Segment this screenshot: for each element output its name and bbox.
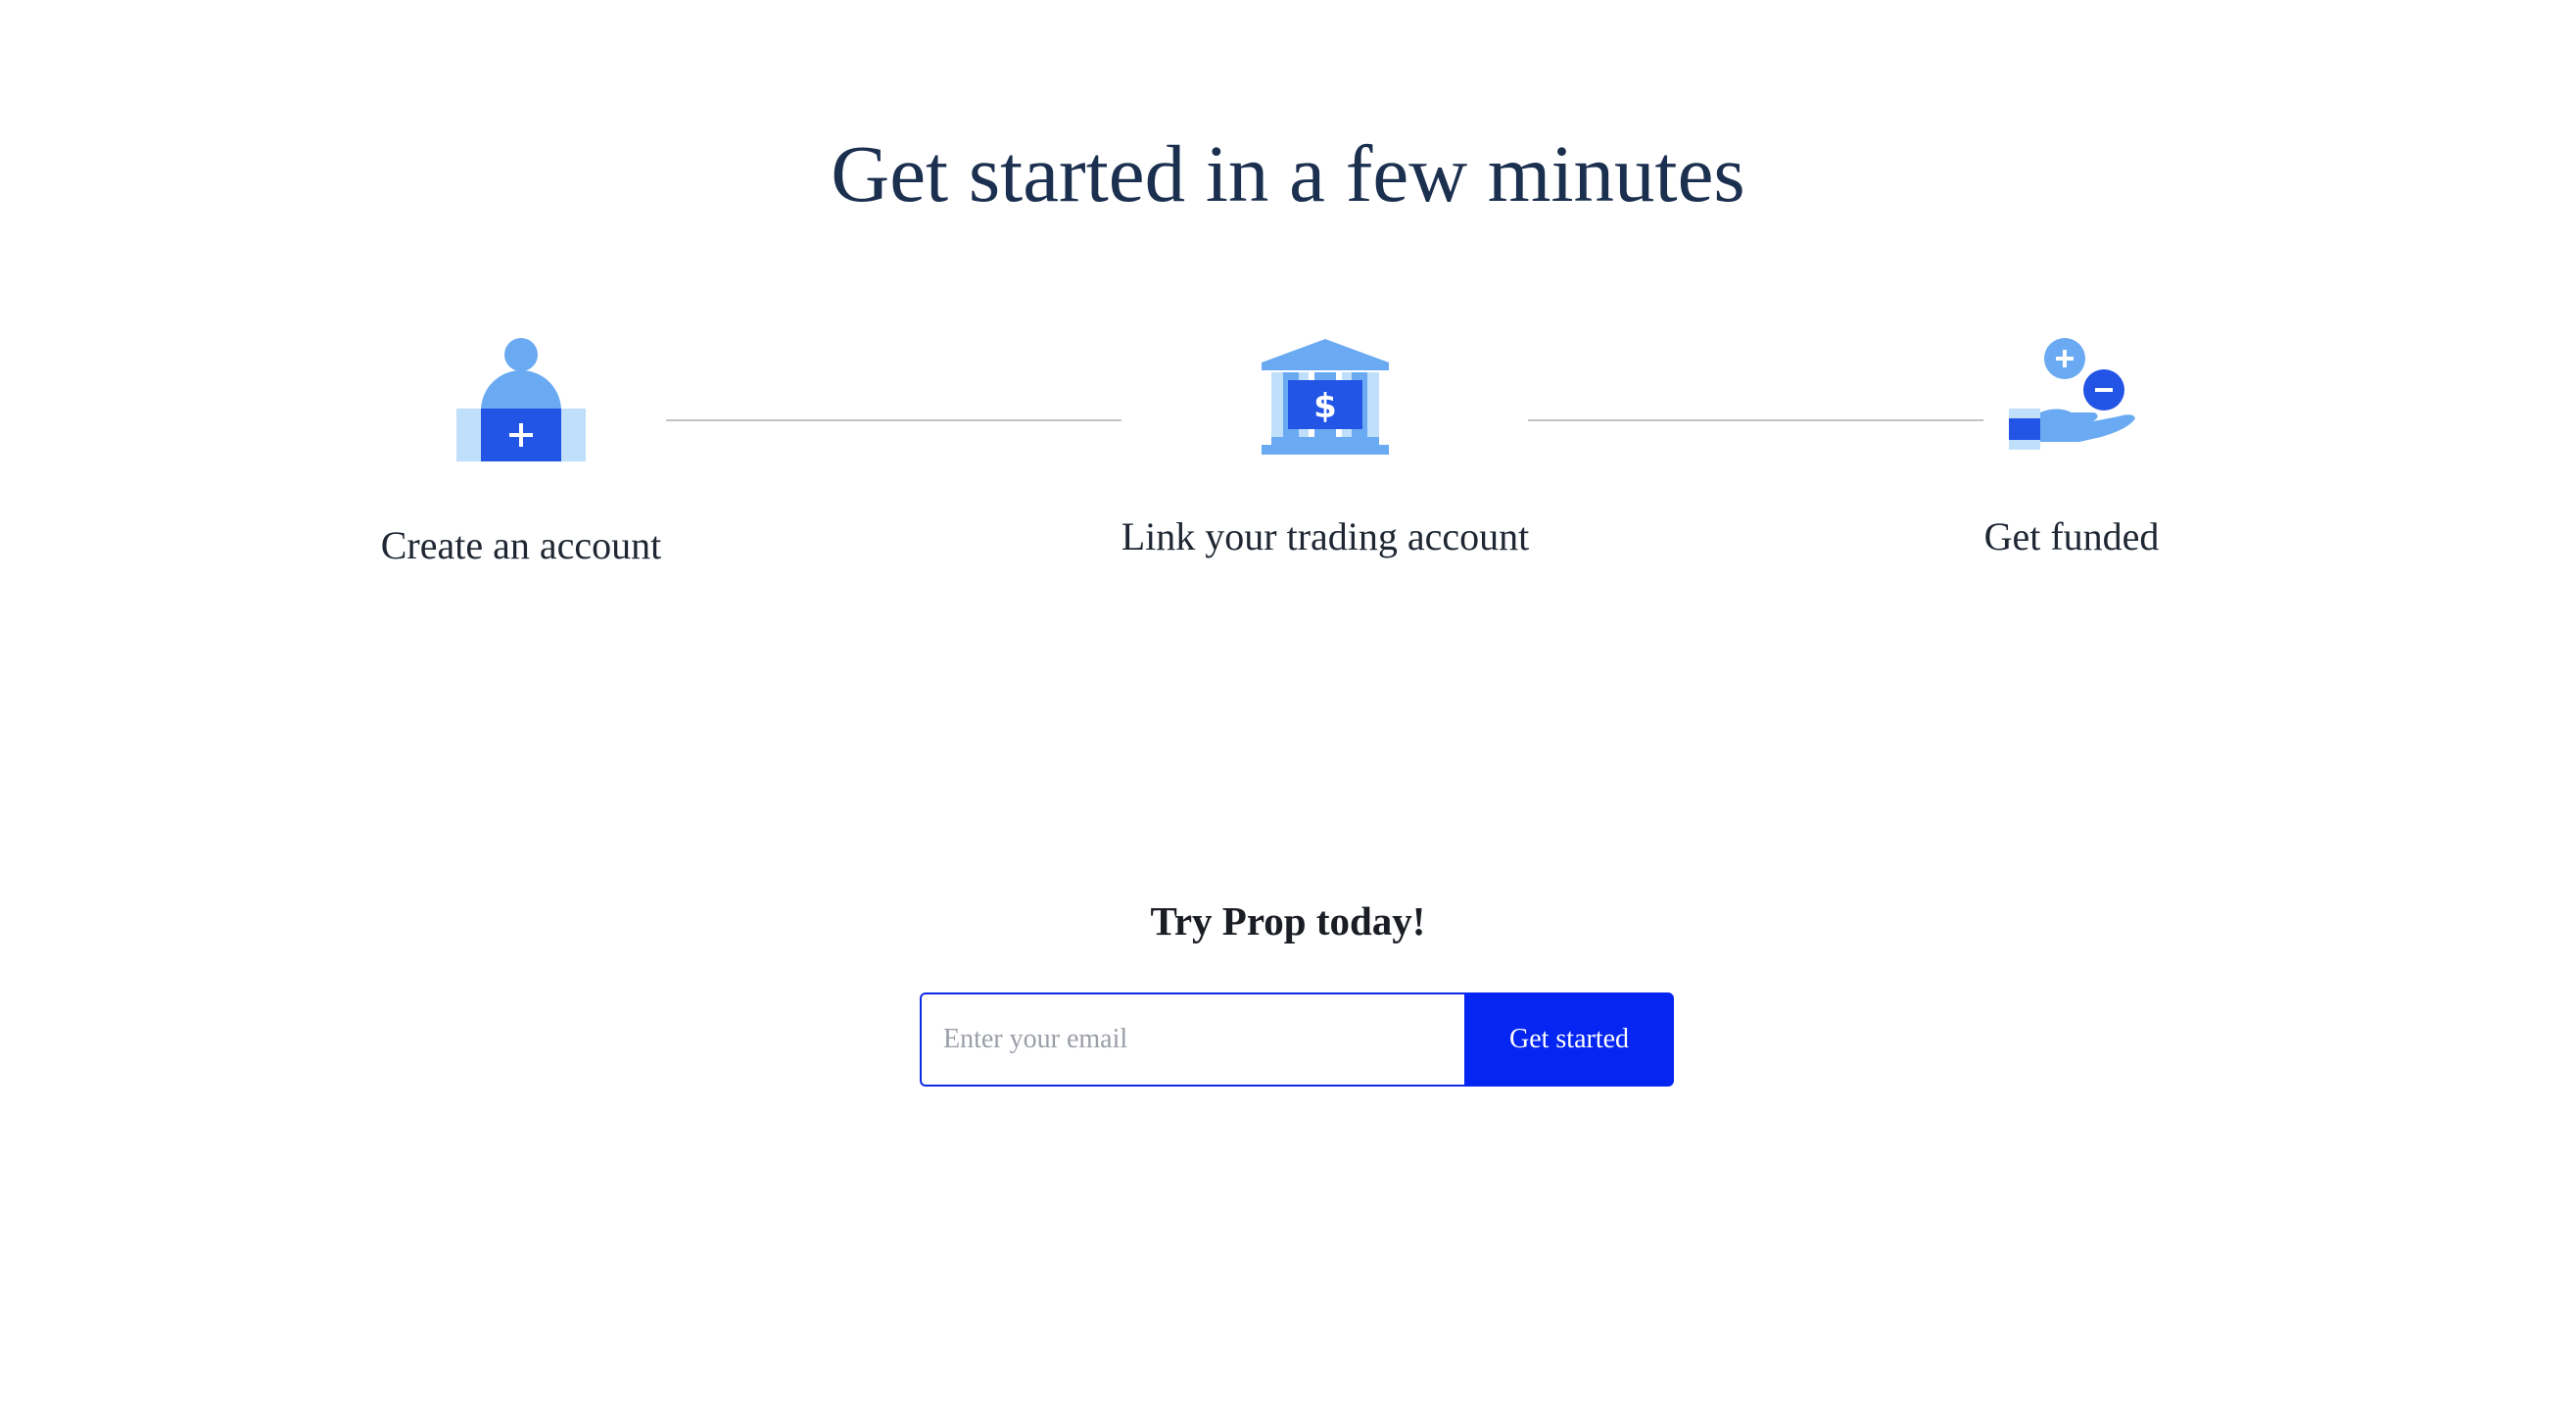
get-started-button[interactable]: Get started	[1464, 992, 1674, 1087]
page-title: Get started in a few minutes	[831, 128, 1745, 218]
step-label-get-funded: Get funded	[1983, 514, 2160, 558]
step-label-create-account: Create an account	[380, 523, 662, 567]
step-connector	[666, 419, 1121, 421]
step-label-link-trading-account: Link your trading account	[1121, 514, 1530, 558]
email-input[interactable]	[920, 992, 1468, 1087]
svg-text:$: $	[1313, 387, 1337, 426]
cta-title: Try Prop today!	[1150, 898, 1426, 943]
add-user-icon	[456, 338, 586, 461]
bank-icon: $	[1262, 339, 1389, 455]
step-connector	[1528, 419, 1983, 421]
email-signup-form: Get started	[920, 992, 1674, 1087]
hand-with-coins-icon	[2009, 338, 2135, 450]
